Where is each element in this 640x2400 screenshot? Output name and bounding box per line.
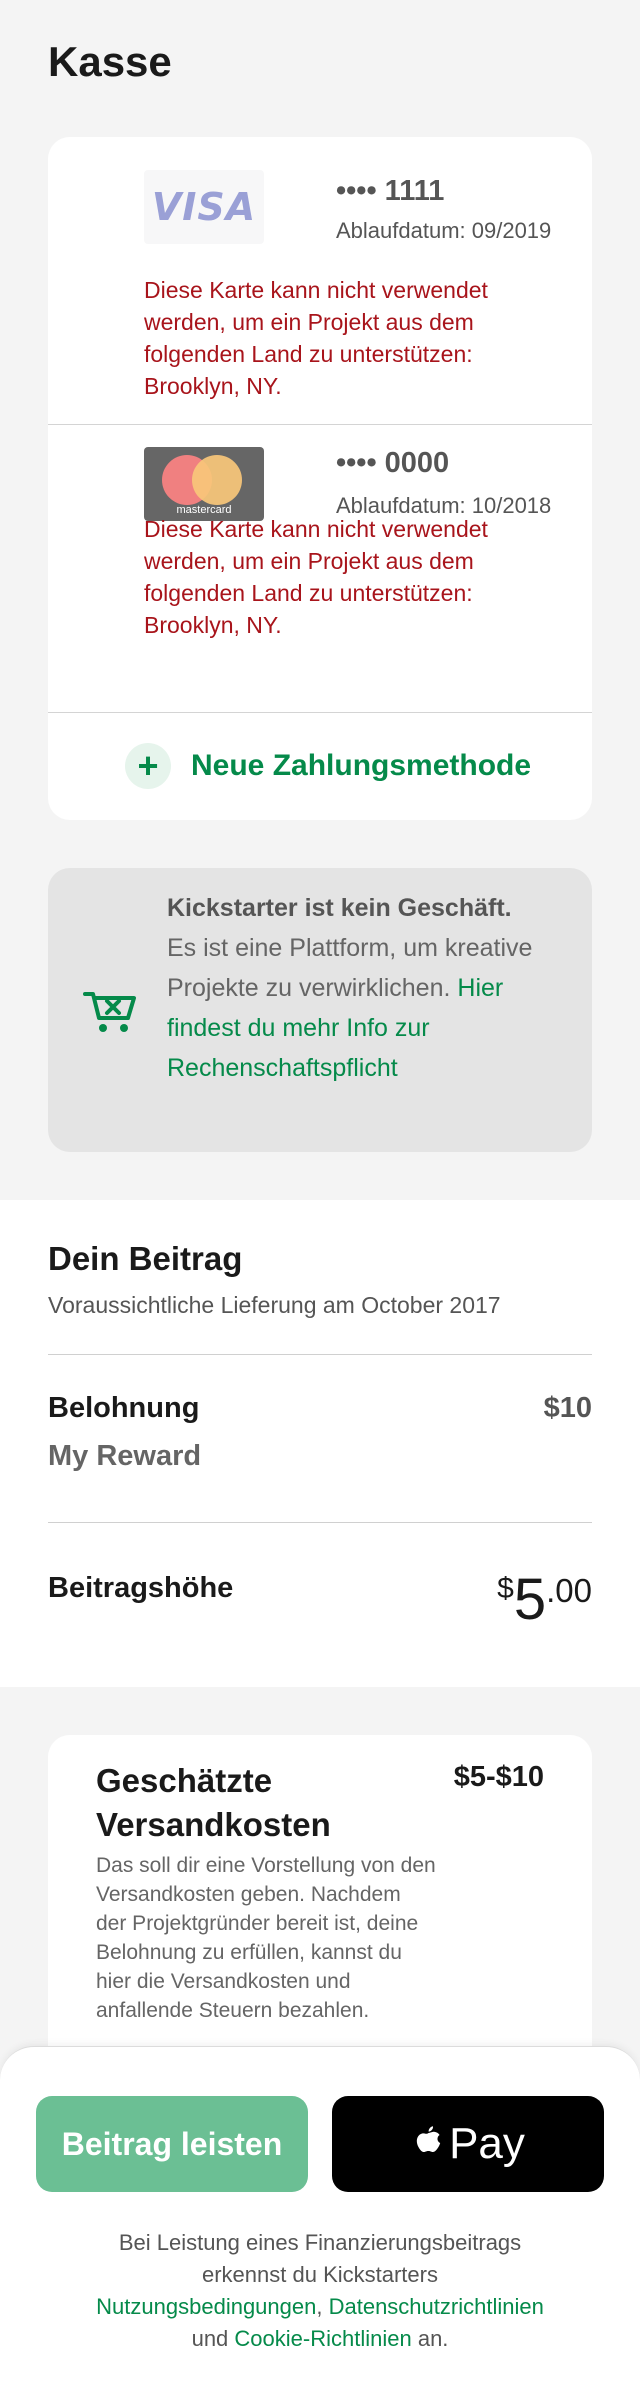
divider (48, 1354, 592, 1355)
payment-card-mastercard[interactable]: mastercard •••• 0000 Ablaufdatum: 10/201… (48, 425, 592, 713)
contribute-button[interactable]: Beitrag leisten (36, 2096, 308, 2192)
legal-separator: , (316, 2294, 329, 2319)
apple-icon (416, 2126, 441, 2152)
terms-link[interactable]: Nutzungsbedingungen (96, 2294, 316, 2319)
cookie-link[interactable]: Cookie-Richtlinien (234, 2326, 411, 2351)
amount-integer: 5 (513, 1567, 547, 1632)
amount-decimal: .00 (546, 1572, 592, 1609)
plus-icon: + (125, 743, 171, 789)
card-number: •••• 1111 (336, 175, 445, 207)
amount-value[interactable]: $5.00 (497, 1566, 592, 1633)
add-payment-method-label: Neue Zahlungsmethode (191, 749, 532, 782)
checkout-screen: Kasse VISA •••• 1111 Ablaufdatum: 09/201… (0, 0, 640, 2400)
payment-methods-card: VISA •••• 1111 Ablaufdatum: 09/2019 Dies… (48, 137, 592, 820)
privacy-link[interactable]: Datenschutzrichtlinien (329, 2294, 544, 2319)
info-headline: Kickstarter ist kein Geschäft. (167, 894, 512, 922)
bottom-action-sheet: Beitrag leisten Pay Bei Leistung eines F… (0, 2046, 640, 2400)
reward-price: $10 (543, 1392, 592, 1424)
cart-x-icon (83, 992, 136, 1032)
mastercard-logo: mastercard (144, 447, 264, 521)
contribution-section: Dein Beitrag Voraussichtliche Lieferung … (0, 1200, 640, 1687)
legal-and: und (191, 2326, 235, 2351)
legal-text: Bei Leistung eines Finanzierungsbeitrags… (118, 2230, 522, 2287)
add-payment-method-button[interactable]: + Neue Zahlungsmethode (48, 713, 592, 820)
reward-label: Belohnung (48, 1392, 200, 1424)
card-error-message: Diese Karte kann nicht verwendet werden,… (144, 516, 488, 638)
card-number: •••• 0000 (336, 447, 450, 479)
shipping-description: Das soll dir eine Vorstellung von den Ve… (96, 1854, 436, 2022)
shipping-price: $5-$10 (453, 1761, 544, 1793)
card-error-message: Diese Karte kann nicht verwendet werden,… (144, 277, 488, 399)
apple-pay-button[interactable]: Pay (332, 2096, 604, 2192)
reward-name: My Reward (48, 1440, 202, 1472)
legal-suffix: an. (411, 2326, 449, 2351)
estimated-delivery: Voraussichtliche Lieferung am October 20… (48, 1292, 501, 1318)
divider (48, 1522, 592, 1523)
shipping-title: Geschätzte Versandkosten (96, 1762, 331, 1843)
amount-currency: $ (497, 1572, 514, 1605)
legal-notice: Bei Leistung eines Finanzierungsbeitrags… (90, 2227, 550, 2355)
card-expiry: Ablaufdatum: 09/2019 (336, 218, 552, 243)
visa-logo: VISA (144, 170, 264, 244)
contribution-title: Dein Beitrag (48, 1240, 243, 1277)
accountability-info-box: Kickstarter ist kein Geschäft. Es ist ei… (48, 868, 592, 1152)
apple-pay-label: Pay (449, 2119, 525, 2168)
amount-label: Beitragshöhe (48, 1572, 234, 1604)
mastercard-yellow-circle (192, 455, 242, 505)
payment-card-visa[interactable]: VISA •••• 1111 Ablaufdatum: 09/2019 Dies… (48, 137, 592, 425)
page-title: Kasse (48, 38, 172, 85)
info-text: Kickstarter ist kein Geschäft. Es ist ei… (167, 888, 547, 1088)
